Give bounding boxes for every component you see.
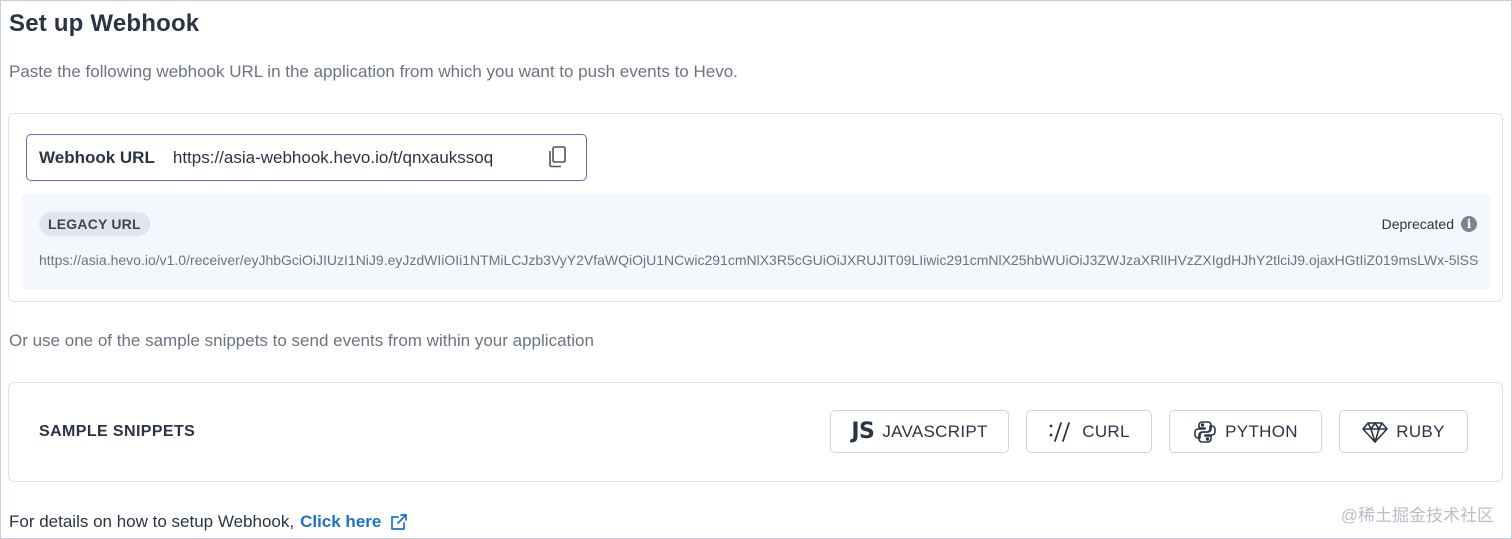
info-icon[interactable]: i: [1461, 216, 1477, 232]
page-intro: Paste the following webhook URL in the a…: [9, 62, 738, 81]
curl-snippet-button[interactable]: CURL: [1026, 410, 1152, 453]
python-icon: [1193, 420, 1217, 444]
external-link-icon[interactable]: [390, 513, 408, 531]
curl-icon: [1048, 421, 1074, 443]
watermark: @稀土掘金技术社区: [1340, 506, 1494, 525]
deprecated-text: Deprecated: [1381, 216, 1454, 232]
python-snippet-button[interactable]: PYTHON: [1169, 410, 1322, 453]
webhook-url-label: Webhook URL: [39, 147, 155, 167]
legacy-url-badge: LEGACY URL: [39, 212, 150, 236]
sample-snippets-title: SAMPLE SNIPPETS: [39, 423, 196, 440]
footer-text: For details on how to setup Webhook,: [9, 512, 295, 531]
ruby-icon: [1362, 421, 1389, 443]
legacy-url-value[interactable]: https://asia.hevo.io/v1.0/receiver/eyJhb…: [39, 252, 1479, 268]
js-icon: JS: [851, 419, 875, 444]
curl-snippet-label: CURL: [1082, 421, 1130, 441]
legacy-url-panel: LEGACY URL Deprecated i https://asia.hev…: [22, 194, 1490, 289]
sample-snippets-card: SAMPLE SNIPPETS JS JAVASCRIPT CURL PYTHO…: [8, 382, 1503, 482]
javascript-snippet-label: JAVASCRIPT: [882, 421, 988, 441]
python-snippet-label: PYTHON: [1225, 421, 1298, 441]
deprecated-label: Deprecated i: [1382, 216, 1477, 232]
ruby-snippet-label: RUBY: [1396, 421, 1445, 441]
snippets-intro: Or use one of the sample snippets to sen…: [9, 331, 594, 350]
click-here-link[interactable]: Click here: [300, 512, 381, 532]
webhook-url-value[interactable]: https://asia-webhook.hevo.io/t/qnxauksso…: [173, 148, 493, 168]
webhook-url-card: Webhook URL https://asia-webhook.hevo.io…: [8, 113, 1503, 302]
page-title: Set up Webhook: [9, 10, 200, 37]
ruby-snippet-button[interactable]: RUBY: [1339, 410, 1468, 453]
copy-icon[interactable]: [546, 145, 568, 169]
webhook-url-box[interactable]: Webhook URL https://asia-webhook.hevo.io…: [26, 134, 587, 181]
footer-help: For details on how to setup Webhook, Cli…: [9, 512, 408, 532]
javascript-snippet-button[interactable]: JS JAVASCRIPT: [830, 410, 1009, 453]
